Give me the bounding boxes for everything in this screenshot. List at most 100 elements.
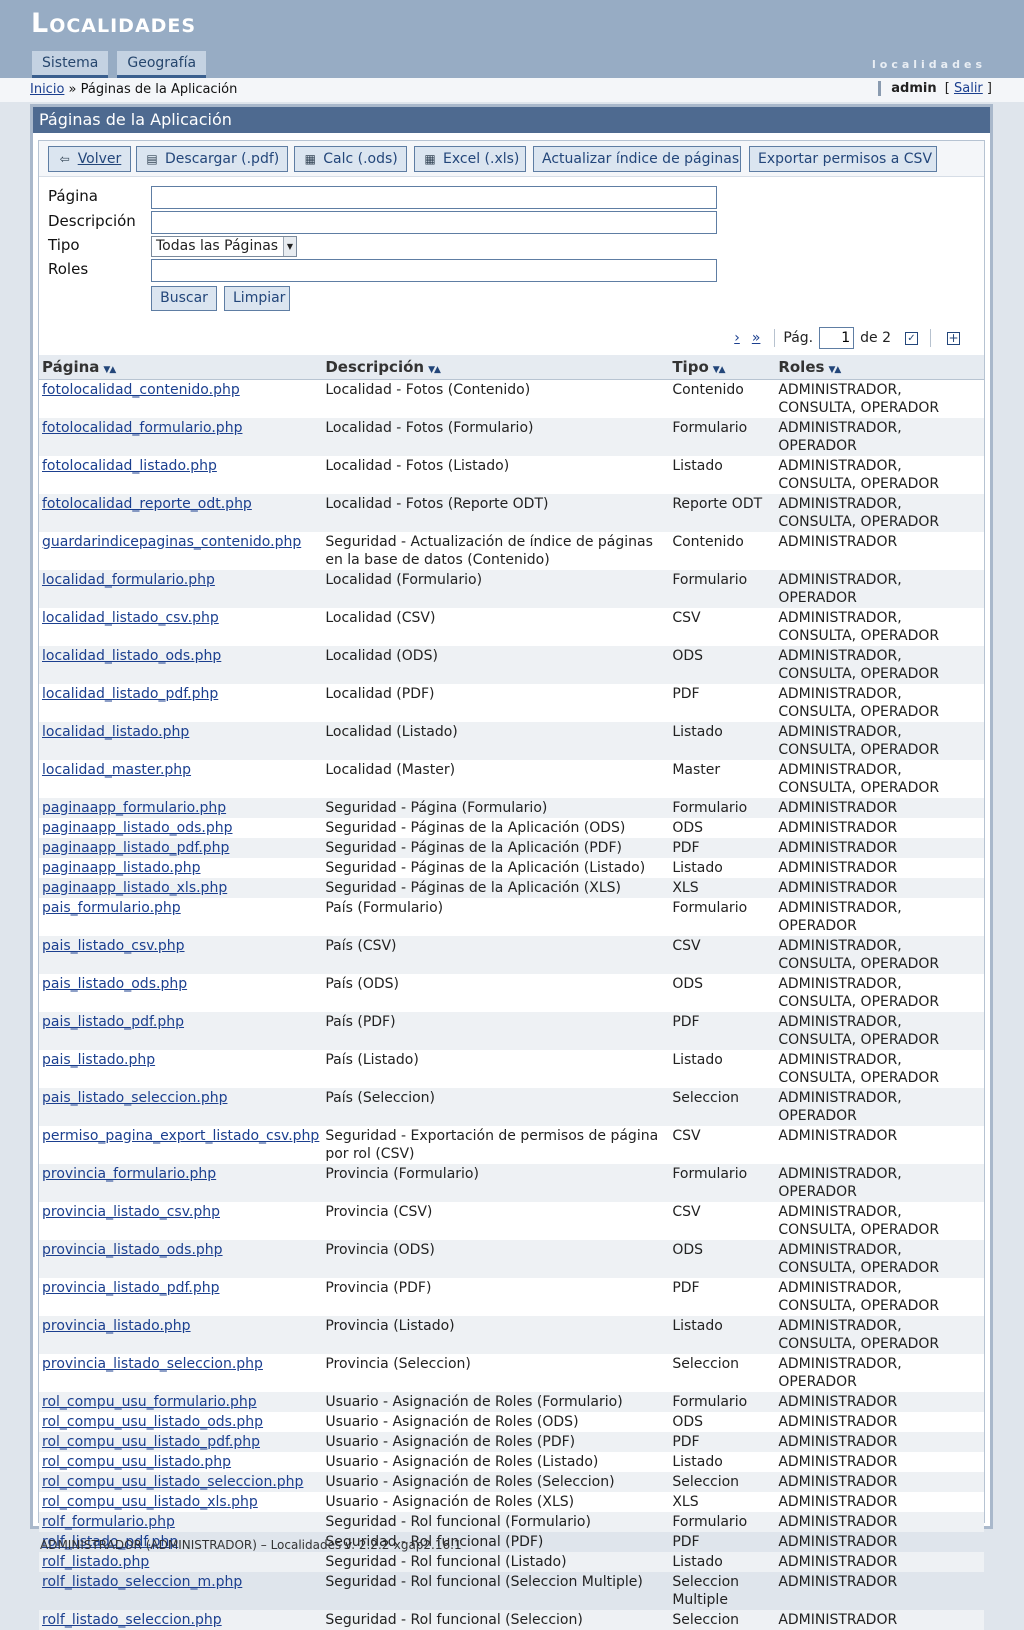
sort-arrows-icon[interactable]: ▼▲ <box>428 365 441 375</box>
table-row: fotolocalidad_contenido.php Localidad - F… <box>39 379 984 418</box>
cell-tipo: Formulario <box>669 797 776 818</box>
menu-tab-sistema[interactable]: Sistema <box>32 51 109 78</box>
cell-pagina: pais_listado_ods.php <box>39 974 322 1012</box>
cell-descripcion: Localidad (Formulario) <box>322 569 670 608</box>
table-row: fotolocalidad_reporte_odt.php Localidad -… <box>39 493 984 532</box>
pagina-input[interactable] <box>151 186 717 209</box>
buscar-button[interactable]: Buscar <box>151 286 217 311</box>
tipo-select[interactable]: Todas las Páginas ▼ <box>151 236 297 257</box>
cell-tipo: Seleccion Multiple <box>672 1573 740 1608</box>
descripcion-input[interactable] <box>151 211 717 234</box>
page-link[interactable]: pais_listado.php <box>42 1052 155 1068</box>
page-link[interactable]: rol_compu_usu_listado_xls.php <box>42 1494 258 1510</box>
roles-label: Roles <box>48 260 89 278</box>
page-link[interactable]: provincia_listado.php <box>42 1318 191 1334</box>
page-link[interactable]: provincia_formulario.php <box>42 1166 216 1182</box>
page-link[interactable]: rolf_formulario.php <box>42 1514 175 1530</box>
pager-divider-2 <box>930 329 931 347</box>
cell-tipo: CSV <box>672 1127 701 1144</box>
page-link[interactable]: pais_listado_seleccion.php <box>42 1090 227 1106</box>
cell-pagina: paginaapp_listado.php <box>39 858 322 878</box>
update-index-button[interactable]: Actualizar índice de páginas <box>533 146 741 172</box>
next-page-link[interactable]: › <box>734 330 740 346</box>
page-link[interactable]: fotolocalidad_contenido.php <box>42 382 240 398</box>
page-link[interactable]: pais_listado_ods.php <box>42 976 187 992</box>
page-link[interactable]: paginaapp_listado_xls.php <box>42 880 227 896</box>
table-body: fotolocalidad_contenido.php Localidad - F… <box>39 379 984 1630</box>
page-link[interactable]: pais_listado_csv.php <box>42 938 185 954</box>
toolbar: ⇦ Volver ▤ Descargar (.pdf) ▦ Calc (.ods) ▦… <box>39 141 984 177</box>
page-link[interactable]: pais_listado_pdf.php <box>42 1014 184 1030</box>
cell-tipo: Formulario <box>669 417 776 456</box>
logout-link[interactable]: Salir <box>954 81 983 96</box>
page-link[interactable]: rol_compu_usu_listado_ods.php <box>42 1414 263 1430</box>
last-page-link[interactable]: » <box>752 330 761 346</box>
page-link[interactable]: provincia_listado_pdf.php <box>42 1280 220 1296</box>
cell-descripcion: Localidad (PDF) <box>325 685 435 702</box>
roles-input[interactable] <box>151 259 717 282</box>
page-link[interactable]: rol_compu_usu_listado_pdf.php <box>42 1434 260 1450</box>
excel-xls-button[interactable]: ▦ Excel (.xls) <box>414 146 526 172</box>
calc-ods-button[interactable]: ▦ Calc (.ods) <box>294 146 407 172</box>
page-link[interactable]: rol_compu_usu_listado.php <box>42 1454 231 1470</box>
export-permissions-button[interactable]: Exportar permisos a CSV <box>749 146 937 172</box>
column-header-roles[interactable]: Roles ▼▲ <box>775 355 984 380</box>
page-link[interactable]: guardarindicepaginas_contenido.php <box>42 534 301 550</box>
cell-roles: ADMINISTRADOR, OPERADOR <box>778 1355 902 1390</box>
checkbox-icon[interactable]: ✓ <box>905 331 918 345</box>
cell-descripcion: País (Seleccion) <box>322 1087 670 1126</box>
breadcrumb-home-link[interactable]: Inicio <box>30 82 64 97</box>
page-link[interactable]: paginaapp_listado_ods.php <box>42 820 232 836</box>
sort-arrows-icon[interactable]: ▼▲ <box>713 365 726 375</box>
page-link[interactable]: localidad_listado_csv.php <box>42 610 219 626</box>
cell-pagina: paginaapp_listado_xls.php <box>39 877 323 898</box>
page-link[interactable]: pais_formulario.php <box>42 900 181 916</box>
table-row: rol_compu_usu_listado_xls.php Usuario - A… <box>39 1492 984 1512</box>
page-link[interactable]: localidad_master.php <box>42 762 191 778</box>
page-link[interactable]: fotolocalidad_reporte_odt.php <box>42 496 252 512</box>
download-pdf-button[interactable]: ▤ Descargar (.pdf) <box>136 146 288 172</box>
cell-tipo: Listado <box>669 721 776 760</box>
cell-roles: ADMINISTRADOR, CONSULTA, OPERADOR <box>775 493 984 532</box>
cell-pagina: fotolocalidad_reporte_odt.php <box>39 493 323 532</box>
page-link[interactable]: fotolocalidad_formulario.php <box>42 420 242 436</box>
page-link[interactable]: localidad_listado_ods.php <box>42 648 221 664</box>
page-link[interactable]: paginaapp_listado_pdf.php <box>42 840 229 856</box>
page-link[interactable]: provincia_listado_csv.php <box>42 1204 220 1220</box>
page-link[interactable]: permiso_pagina_export_listado_csv.php <box>42 1128 319 1144</box>
table-row: rol_compu_usu_listado.php Usuario - Asign… <box>39 1452 984 1472</box>
sort-arrows-icon[interactable]: ▼▲ <box>828 365 841 375</box>
page-link[interactable]: fotolocalidad_listado.php <box>42 458 217 474</box>
page-link[interactable]: localidad_listado.php <box>42 724 189 740</box>
table-row: fotolocalidad_listado.php Localidad - Fot… <box>39 456 984 494</box>
page-link[interactable]: provincia_listado_ods.php <box>42 1242 223 1258</box>
page-link[interactable]: rolf_listado_seleccion_m.php <box>42 1574 242 1590</box>
page-link[interactable]: localidad_formulario.php <box>42 572 215 588</box>
limpiar-button[interactable]: Limpiar <box>224 286 290 311</box>
page-link[interactable]: rol_compu_usu_listado_seleccion.php <box>42 1474 303 1490</box>
cell-roles: ADMINISTRADOR <box>778 1127 898 1144</box>
page-link[interactable]: provincia_listado_seleccion.php <box>42 1356 263 1372</box>
column-header-tipo[interactable]: Tipo ▼▲ <box>669 355 776 380</box>
bracket-open: [ <box>944 81 950 96</box>
cell-roles: ADMINISTRADOR <box>778 819 898 836</box>
page-number-input[interactable] <box>819 327 855 349</box>
volver-button[interactable]: ⇦ Volver <box>48 146 131 172</box>
page-link[interactable]: rolf_listado_seleccion.php <box>42 1612 222 1628</box>
menu-tab-geografia[interactable]: Geografía <box>117 51 207 78</box>
cell-tipo: PDF <box>669 1011 776 1050</box>
table-row: paginaapp_listado_ods.php Seguridad - Pág… <box>39 818 984 838</box>
column-header-descripcion[interactable]: Descripción ▼▲ <box>322 355 670 380</box>
cell-roles: ADMINISTRADOR, CONSULTA, OPERADOR <box>778 1279 940 1314</box>
cell-pagina: guardarindicepaginas_contenido.php <box>39 532 322 570</box>
page-link[interactable]: rolf_listado.php <box>42 1554 149 1570</box>
page-link[interactable]: paginaapp_listado.php <box>42 860 201 876</box>
plus-box-icon[interactable]: + <box>947 331 960 345</box>
sort-arrows-icon[interactable]: ▼▲ <box>103 365 116 375</box>
page-label: Pág. <box>783 330 814 346</box>
cell-descripcion: Seguridad - Rol funcional (Seleccion) <box>322 1609 670 1630</box>
page-link[interactable]: localidad_listado_pdf.php <box>42 686 218 702</box>
page-link[interactable]: rol_compu_usu_formulario.php <box>42 1394 257 1410</box>
column-header-pagina[interactable]: Página ▼▲ <box>39 355 323 380</box>
page-link[interactable]: paginaapp_formulario.php <box>42 800 226 816</box>
